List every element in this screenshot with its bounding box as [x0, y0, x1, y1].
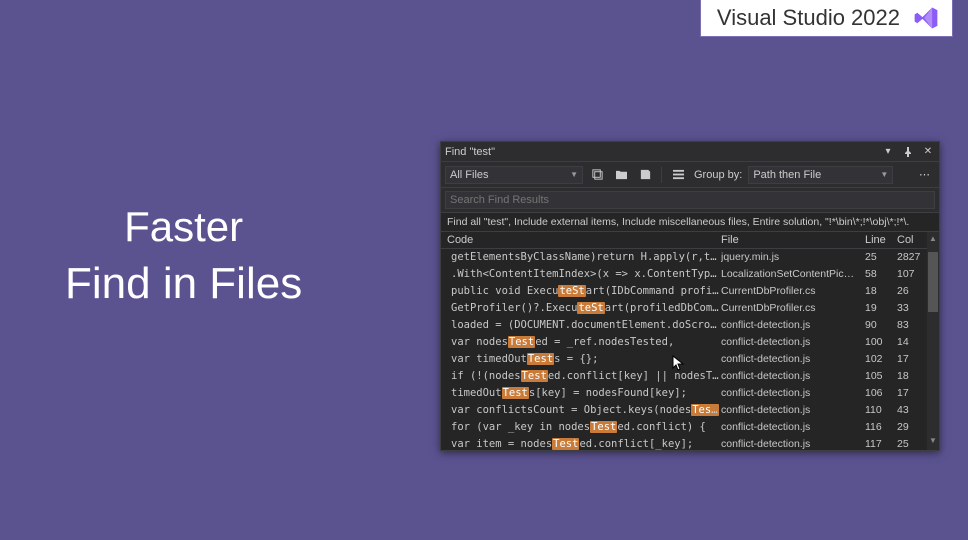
- results-body: getElementsByClassName)return H.apply(r,…: [441, 249, 939, 450]
- result-row[interactable]: var nodesTested = _ref.nodesTested,confl…: [441, 334, 939, 351]
- result-row[interactable]: getElementsByClassName)return H.apply(r,…: [441, 249, 939, 266]
- vs-badge: Visual Studio 2022: [700, 0, 953, 37]
- result-line: 117: [865, 437, 897, 450]
- result-row[interactable]: var timedOutTests = {};conflict-detectio…: [441, 351, 939, 368]
- result-code: var timedOutTests = {};: [447, 352, 721, 367]
- result-code: for (var _key in nodesTested.conflict) {: [447, 420, 721, 435]
- result-line: 90: [865, 318, 897, 333]
- slogan: Faster Find in Files: [65, 200, 302, 312]
- files-filter-dropdown[interactable]: All Files ▼: [445, 166, 583, 184]
- chevron-down-icon: ▼: [570, 170, 578, 179]
- result-line: 105: [865, 369, 897, 384]
- result-line: 25: [865, 250, 897, 265]
- slogan-line-2: Find in Files: [65, 255, 302, 312]
- result-row[interactable]: .With<ContentItemIndex>(x => x.ContentTy…: [441, 266, 939, 283]
- panel-title: Find "test": [445, 146, 881, 158]
- col-header-file[interactable]: File: [721, 234, 865, 246]
- result-code: public void ExecuteStart(IDbCommand prof…: [447, 284, 721, 299]
- result-code: getElementsByClassName)return H.apply(r,…: [447, 250, 721, 265]
- result-line: 106: [865, 386, 897, 401]
- result-line: 116: [865, 420, 897, 435]
- result-line: 100: [865, 335, 897, 350]
- result-line: 19: [865, 301, 897, 316]
- result-file: jquery.min.js: [721, 250, 865, 265]
- result-file: conflict-detection.js: [721, 318, 865, 333]
- result-row[interactable]: var item = nodesTested.conflict[_key];co…: [441, 436, 939, 450]
- result-row[interactable]: if (!(nodesTested.conflict[key] || nodes…: [441, 368, 939, 385]
- results-area: Code File Line Col getElementsByClassNam…: [441, 232, 939, 450]
- scroll-up-icon[interactable]: ▲: [927, 234, 939, 246]
- save-icon[interactable]: [635, 166, 655, 184]
- result-file: CurrentDbProfiler.cs: [721, 284, 865, 299]
- result-code: var nodesTested = _ref.nodesTested,: [447, 335, 721, 350]
- visual-studio-logo-icon: [912, 4, 940, 32]
- result-line: 18: [865, 284, 897, 299]
- group-by-value: Path then File: [753, 169, 821, 181]
- result-code: GetProfiler()?.ExecuteStart(profiledDbCo…: [447, 301, 721, 316]
- find-results-panel: Find "test" ▾ ✕ All Files ▼ Group by:: [440, 141, 940, 451]
- pin-icon[interactable]: [901, 145, 915, 159]
- result-code: .With<ContentItemIndex>(x => x.ContentTy…: [447, 267, 721, 282]
- group-by-label: Group by:: [692, 169, 744, 181]
- list-view-icon[interactable]: [668, 166, 688, 184]
- result-file: conflict-detection.js: [721, 369, 865, 384]
- search-find-results-input[interactable]: [445, 191, 935, 209]
- scroll-down-icon[interactable]: ▼: [927, 436, 939, 448]
- result-file: conflict-detection.js: [721, 420, 865, 435]
- result-row[interactable]: timedOutTests[key] = nodesFound[key];con…: [441, 385, 939, 402]
- result-code: var conflictsCount = Object.keys(nodesTe…: [447, 403, 721, 418]
- result-code: loaded = (DOCUMENT.documentElement.doScr…: [447, 318, 721, 333]
- toolbar: All Files ▼ Group by: Path then File ▼ ⋯: [441, 162, 939, 188]
- result-line: 102: [865, 352, 897, 367]
- result-code: timedOutTests[key] = nodesFound[key];: [447, 386, 721, 401]
- slogan-line-1: Faster: [65, 200, 302, 255]
- chevron-down-icon: ▼: [880, 170, 888, 179]
- result-file: CurrentDbProfiler.cs: [721, 301, 865, 316]
- result-row[interactable]: GetProfiler()?.ExecuteStart(profiledDbCo…: [441, 300, 939, 317]
- overflow-menu-icon[interactable]: ⋯: [915, 168, 935, 181]
- result-line: 58: [865, 267, 897, 282]
- result-row[interactable]: public void ExecuteStart(IDbCommand prof…: [441, 283, 939, 300]
- open-folder-icon[interactable]: [611, 166, 631, 184]
- group-by-dropdown[interactable]: Path then File ▼: [748, 166, 893, 184]
- result-row[interactable]: for (var _key in nodesTested.conflict) {…: [441, 419, 939, 436]
- col-header-code[interactable]: Code: [447, 234, 721, 246]
- result-code: if (!(nodesTested.conflict[key] || nodes…: [447, 369, 721, 384]
- result-row[interactable]: var conflictsCount = Object.keys(nodesTe…: [441, 402, 939, 419]
- result-row[interactable]: loaded = (DOCUMENT.documentElement.doScr…: [441, 317, 939, 334]
- result-code: var item = nodesTested.conflict[_key];: [447, 437, 721, 450]
- results-summary: Find all "test", Include external items,…: [441, 213, 939, 232]
- toolbar-separator: [661, 167, 662, 183]
- col-header-line[interactable]: Line: [865, 234, 897, 246]
- results-header[interactable]: Code File Line Col: [441, 232, 939, 249]
- result-file: conflict-detection.js: [721, 437, 865, 450]
- close-icon[interactable]: ✕: [921, 145, 935, 159]
- panel-titlebar[interactable]: Find "test" ▾ ✕: [441, 142, 939, 162]
- copy-icon[interactable]: [587, 166, 607, 184]
- window-menu-icon[interactable]: ▾: [881, 145, 895, 159]
- result-file: conflict-detection.js: [721, 386, 865, 401]
- files-filter-value: All Files: [450, 169, 489, 181]
- result-file: conflict-detection.js: [721, 352, 865, 367]
- scrollbar[interactable]: ▲ ▼: [927, 232, 939, 450]
- search-row: [441, 188, 939, 213]
- result-line: 110: [865, 403, 897, 418]
- vs-badge-text: Visual Studio 2022: [717, 5, 900, 31]
- result-file: LocalizationSetContentPic…: [721, 267, 865, 282]
- result-file: conflict-detection.js: [721, 335, 865, 350]
- scroll-thumb[interactable]: [928, 252, 938, 312]
- result-file: conflict-detection.js: [721, 403, 865, 418]
